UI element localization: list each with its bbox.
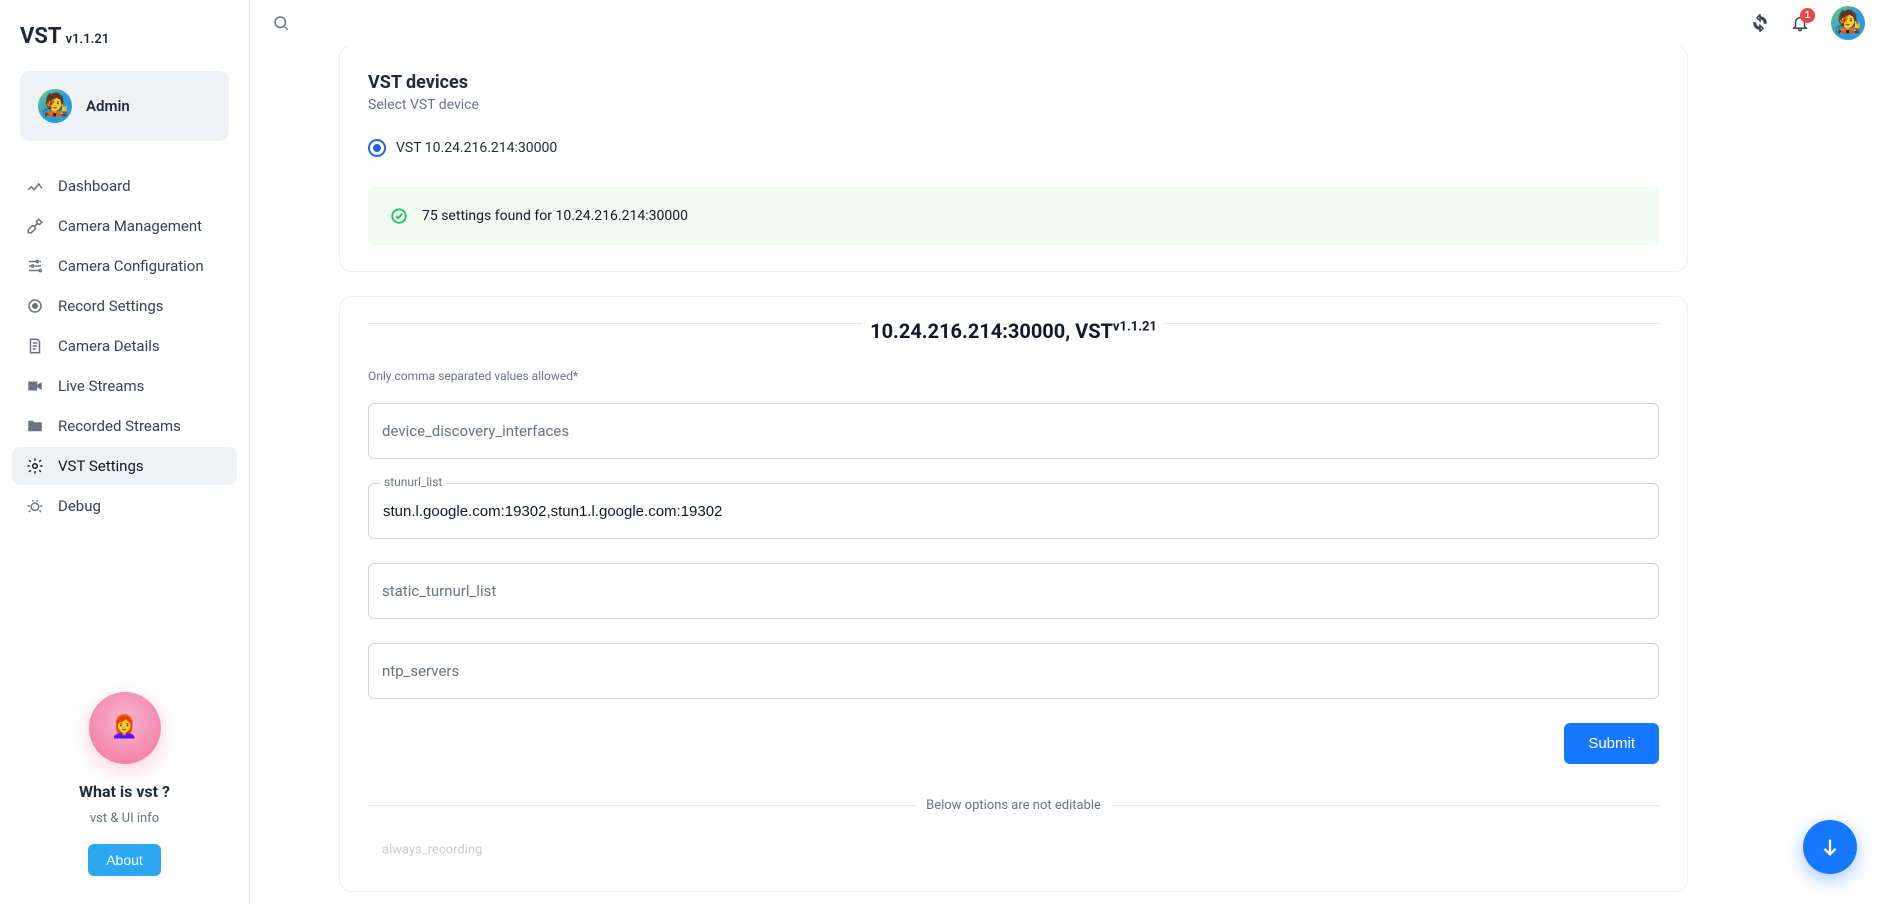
tip-title: What is vst ? <box>79 782 170 801</box>
nav-label: Record Settings <box>58 297 164 315</box>
devices-subtitle: Select VST device <box>368 97 1659 113</box>
folder-video-icon <box>26 417 44 435</box>
scroll-down-fab[interactable] <box>1803 820 1857 874</box>
search-button[interactable] <box>272 14 290 32</box>
sidebar-item-recorded-streams[interactable]: Recorded Streams <box>12 407 237 445</box>
document-icon <box>26 337 44 355</box>
ntp-servers-input[interactable] <box>368 643 1659 699</box>
about-button[interactable]: About <box>88 844 161 876</box>
sidebar-item-camera-details[interactable]: Camera Details <box>12 327 237 365</box>
content: VST devices Select VST device VST 10.24.… <box>250 46 1887 904</box>
device-option-0[interactable]: VST 10.24.216.214:30000 <box>368 139 1659 157</box>
sync-button[interactable] <box>1751 14 1769 32</box>
alert-text: 75 settings found for 10.24.216.214:3000… <box>422 208 688 224</box>
sidebar-item-dashboard[interactable]: Dashboard <box>12 167 237 205</box>
notifications-button[interactable]: 1 <box>1791 14 1809 32</box>
settings-heading-version: v1.1.21 <box>1113 319 1157 334</box>
tip-avatar-icon: 👩‍🦰 <box>89 692 161 764</box>
main: 1 🧑‍🎤 VST devices Select VST device VST … <box>250 0 1887 904</box>
radio-icon <box>368 139 386 157</box>
settings-found-alert: 75 settings found for 10.24.216.214:3000… <box>368 187 1659 245</box>
sidebar: VST v1.1.21 🧑‍🎤 Admin Dashboard Camera M… <box>0 0 250 904</box>
dashboard-icon <box>26 177 44 195</box>
nav-label: VST Settings <box>58 457 144 475</box>
tip-subtitle: vst & UI info <box>90 811 159 826</box>
record-icon <box>26 297 44 315</box>
nav-label: Live Streams <box>58 377 144 395</box>
submit-button[interactable]: Submit <box>1564 723 1659 764</box>
wrench-icon <box>26 217 44 235</box>
sidebar-item-vst-settings[interactable]: VST Settings <box>12 447 237 485</box>
settings-card: 10.24.216.214:30000, VSTv1.1.21 Only com… <box>340 297 1687 891</box>
field-label: stunurl_list <box>380 475 446 489</box>
sliders-icon <box>26 257 44 275</box>
nav-label: Debug <box>58 497 101 515</box>
always-recording-input <box>368 835 1659 865</box>
field-ntp-servers: ntp_servers <box>368 643 1659 699</box>
gear-icon <box>26 457 44 475</box>
nav-label: Dashboard <box>58 177 131 195</box>
sidebar-item-camera-management[interactable]: Camera Management <box>12 207 237 245</box>
arrow-down-icon <box>1819 836 1841 858</box>
app-version: v1.1.21 <box>66 32 110 47</box>
device-discovery-interfaces-input[interactable] <box>368 403 1659 459</box>
logo: VST v1.1.21 <box>10 18 239 71</box>
notifications-badge: 1 <box>1800 8 1815 23</box>
topbar-avatar[interactable]: 🧑‍🎤 <box>1831 6 1865 40</box>
sidebar-item-live-streams[interactable]: Live Streams <box>12 367 237 405</box>
app-name: VST <box>20 24 62 49</box>
user-avatar-icon: 🧑‍🎤 <box>38 89 72 123</box>
settings-heading: 10.24.216.214:30000, VSTv1.1.21 <box>368 323 1659 343</box>
user-card[interactable]: 🧑‍🎤 Admin <box>20 71 229 141</box>
nav: Dashboard Camera Management Camera Confi… <box>10 167 239 525</box>
user-name: Admin <box>86 97 130 115</box>
static-turnurl-list-input[interactable] <box>368 563 1659 619</box>
helper-text: Only comma separated values allowed* <box>368 369 1659 383</box>
readonly-divider-label: Below options are not editable <box>916 798 1111 813</box>
sidebar-item-record-settings[interactable]: Record Settings <box>12 287 237 325</box>
bug-icon <box>26 497 44 515</box>
devices-card: VST devices Select VST device VST 10.24.… <box>340 46 1687 271</box>
video-icon <box>26 377 44 395</box>
devices-title: VST devices <box>368 72 1659 93</box>
sidebar-item-debug[interactable]: Debug <box>12 487 237 525</box>
field-device-discovery-interfaces: device_discovery_interfaces <box>368 403 1659 459</box>
settings-heading-main: 10.24.216.214:30000, VST <box>870 319 1113 343</box>
check-icon <box>390 207 408 225</box>
nav-label: Camera Configuration <box>58 257 204 275</box>
nav-label: Recorded Streams <box>58 417 181 435</box>
avatar-icon: 🧑‍🎤 <box>1834 12 1861 34</box>
sync-icon <box>1751 14 1769 32</box>
readonly-divider: Below options are not editable <box>368 798 1659 813</box>
nav-label: Camera Management <box>58 217 202 235</box>
sidebar-item-camera-configuration[interactable]: Camera Configuration <box>12 247 237 285</box>
field-always-recording: always_recording <box>368 835 1659 865</box>
field-static-turnurl-list: static_turnurl_list <box>368 563 1659 619</box>
device-option-label: VST 10.24.216.214:30000 <box>396 140 557 156</box>
search-icon <box>272 14 290 32</box>
topbar: 1 🧑‍🎤 <box>250 0 1887 46</box>
stunurl-list-input[interactable] <box>368 483 1659 539</box>
nav-label: Camera Details <box>58 337 160 355</box>
field-stunurl-list: stunurl_list <box>368 483 1659 539</box>
sidebar-tip: 👩‍🦰 What is vst ? vst & UI info About <box>10 672 239 886</box>
